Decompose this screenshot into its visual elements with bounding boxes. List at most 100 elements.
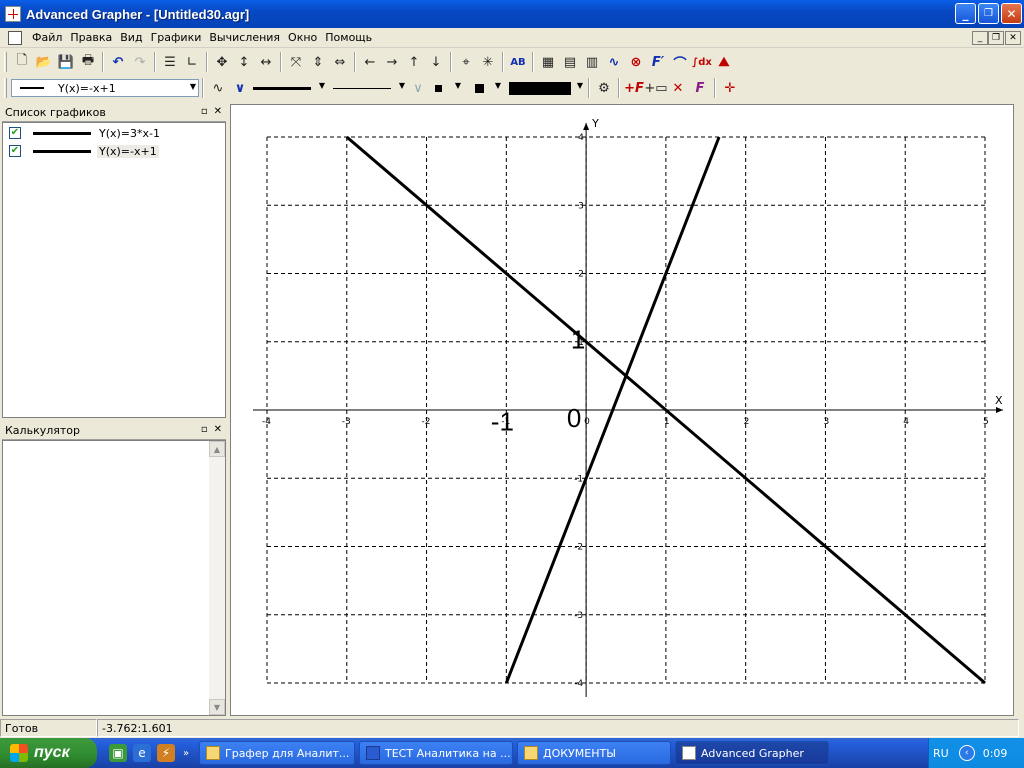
- zoom-horizontal-icon[interactable]: ⇔: [329, 51, 351, 73]
- add-graph-icon[interactable]: +F: [623, 77, 645, 99]
- title-bar[interactable]: Advanced Grapher - [Untitled30.agr] _ ❐ …: [0, 0, 1024, 28]
- graph-canvas[interactable]: X Y -4 -3 -2 -1 0 1 2 3 4 5 4 3 2 1 -1 -2 -3 -4 1 -1 0: [230, 104, 1014, 716]
- move-all-icon[interactable]: ✥: [211, 51, 233, 73]
- media-icon[interactable]: ⚡: [157, 744, 175, 762]
- desktop-icon[interactable]: ▣: [109, 744, 127, 762]
- task-documents[interactable]: ДОКУМЕНТЫ: [517, 741, 671, 765]
- document-icon[interactable]: [8, 30, 22, 45]
- move-horizontal-icon[interactable]: ↔: [255, 51, 277, 73]
- mdi-close-button[interactable]: ✕: [1005, 31, 1021, 45]
- properties-icon[interactable]: ⚙: [593, 77, 615, 99]
- zoom-out-icon[interactable]: ⤧: [285, 51, 307, 73]
- chevron-down-icon[interactable]: ▼: [455, 81, 461, 90]
- edit-graph-icon[interactable]: F: [689, 77, 711, 99]
- intersection-icon[interactable]: ✛: [719, 77, 741, 99]
- restore-button[interactable]: ❐: [978, 3, 999, 24]
- calculator-area[interactable]: ▲ ▼: [2, 440, 226, 716]
- close-button[interactable]: ✕: [1001, 3, 1022, 24]
- analysis-icon[interactable]: ∿: [603, 51, 625, 73]
- mdi-minimize-button[interactable]: _: [972, 31, 988, 45]
- scroll-down-icon[interactable]: ▼: [209, 699, 225, 715]
- graph-visible-checkbox[interactable]: ✔: [9, 127, 21, 139]
- menu-edit[interactable]: Правка: [66, 31, 116, 44]
- menu-help[interactable]: Помощь: [321, 31, 376, 44]
- calculator-scrollbar[interactable]: ▲ ▼: [209, 441, 225, 715]
- marker-icon[interactable]: ∨: [407, 77, 429, 99]
- tray-expand-icon[interactable]: ‹: [958, 745, 975, 761]
- grid-table-icon[interactable]: ▥: [581, 51, 603, 73]
- graph-list-item[interactable]: ✔ Y(x)=3*x-1: [9, 125, 162, 141]
- graph-visible-checkbox[interactable]: ✔: [9, 145, 21, 157]
- move-vertical-icon[interactable]: ↕: [233, 51, 255, 73]
- toolbar-grip[interactable]: [4, 52, 7, 72]
- chevron-down-icon[interactable]: ▼: [319, 81, 325, 90]
- start-button[interactable]: пуск: [0, 738, 97, 768]
- crosshair-icon[interactable]: ⌖: [455, 51, 477, 73]
- graph-select[interactable]: Y(x)=-x+1 ▼: [11, 79, 199, 97]
- panel-restore-icon[interactable]: ▫: [201, 106, 208, 117]
- panel-close-icon[interactable]: ✕: [214, 106, 222, 117]
- table-icon[interactable]: ▦: [537, 51, 559, 73]
- arrow-right-icon[interactable]: →: [381, 51, 403, 73]
- chevron-down-icon[interactable]: ▼: [399, 81, 405, 90]
- graph-list-header: Список графиков ▫ ✕: [2, 104, 226, 122]
- tangent-icon[interactable]: ⌒: [669, 51, 691, 73]
- graph-list-icon[interactable]: ☰: [159, 51, 181, 73]
- quicklaunch-more-icon[interactable]: »: [181, 744, 191, 762]
- point-size-select[interactable]: ▼: [429, 79, 463, 97]
- undo-icon[interactable]: ↶: [107, 51, 129, 73]
- arrow-up-icon[interactable]: ↑: [403, 51, 425, 73]
- redo-icon[interactable]: ↷: [129, 51, 151, 73]
- area-icon[interactable]: ⛰: [713, 51, 735, 73]
- main-toolbar: 🗋 📂 💾 🖶 ↶ ↷ ☰ ∟ ✥ ↕ ↔ ⤧ ⇕ ⇔ ← → ↑ ↓ ⌖ ✳ …: [0, 49, 1024, 75]
- zoom-vertical-icon[interactable]: ⇕: [307, 51, 329, 73]
- menu-calculations[interactable]: Вычисления: [205, 31, 284, 44]
- language-indicator[interactable]: RU: [933, 747, 949, 760]
- line-style-select[interactable]: ▼: [331, 79, 407, 97]
- line-sample-icon: [20, 87, 44, 89]
- panel-restore-icon[interactable]: ▫: [201, 424, 208, 435]
- roots-icon[interactable]: ⊗: [625, 51, 647, 73]
- arrow-left-icon[interactable]: ←: [359, 51, 381, 73]
- task-test-doc[interactable]: ТЕСТ Аналитика на ...: [359, 741, 513, 765]
- print-icon[interactable]: 🖶: [77, 51, 99, 73]
- save-icon[interactable]: 💾: [55, 51, 77, 73]
- panel-close-icon[interactable]: ✕: [214, 424, 222, 435]
- text-label-icon[interactable]: AB: [507, 51, 529, 73]
- graph-toolbar: Y(x)=-x+1 ▼ ∿ ∨ ▼ ▼ ∨ ▼ ▼ ▼ ⚙ +F +▭ ✕ F …: [0, 75, 1024, 101]
- minimize-button[interactable]: _: [955, 3, 976, 24]
- scroll-up-icon[interactable]: ▲: [209, 441, 225, 457]
- y-tick-label: 2: [578, 270, 584, 280]
- axes-icon[interactable]: ∟: [181, 51, 203, 73]
- menu-file[interactable]: Файл: [28, 31, 66, 44]
- mdi-restore-button[interactable]: ❐: [988, 31, 1004, 45]
- line-width-select[interactable]: ▼: [251, 79, 327, 97]
- integral-icon[interactable]: ∫dx: [691, 51, 713, 73]
- toolbar-grip[interactable]: [4, 78, 7, 98]
- add-table-icon[interactable]: +▭: [644, 77, 667, 99]
- task-grapher-doc[interactable]: Графер для Аналит...: [199, 741, 355, 765]
- derivative-icon[interactable]: F′: [647, 51, 669, 73]
- delete-graph-icon[interactable]: ✕: [667, 77, 689, 99]
- calculator-icon[interactable]: ▤: [559, 51, 581, 73]
- new-file-icon[interactable]: 🗋: [11, 51, 33, 73]
- menu-window[interactable]: Окно: [284, 31, 321, 44]
- chart-svg[interactable]: XY-4 -3 -2 -1 0 1 2 3 4 54321-1-2-3-41-1 0: [231, 105, 1013, 715]
- chevron-down-icon[interactable]: ▼: [190, 82, 196, 91]
- task-advanced-grapher[interactable]: Advanced Grapher: [675, 741, 829, 765]
- point-style-select[interactable]: ▼: [469, 79, 503, 97]
- app-icon[interactable]: [5, 6, 21, 22]
- chevron-down-icon[interactable]: ▼: [495, 81, 501, 90]
- graph-list-item[interactable]: ✔ Y(x)=-x+1: [9, 143, 159, 159]
- chevron-down-icon[interactable]: ▼: [577, 81, 583, 90]
- open-folder-icon[interactable]: 📂: [33, 51, 55, 73]
- color-select[interactable]: ▼: [509, 79, 585, 97]
- y-axis-label: Y: [591, 117, 599, 130]
- trace-icon[interactable]: ✳: [477, 51, 499, 73]
- vee-icon[interactable]: ∨: [229, 77, 251, 99]
- curve-icon[interactable]: ∿: [207, 77, 229, 99]
- arrow-down-icon[interactable]: ↓: [425, 51, 447, 73]
- ie-icon[interactable]: e: [133, 744, 151, 762]
- menu-view[interactable]: Вид: [116, 31, 146, 44]
- menu-graphs[interactable]: Графики: [147, 31, 206, 44]
